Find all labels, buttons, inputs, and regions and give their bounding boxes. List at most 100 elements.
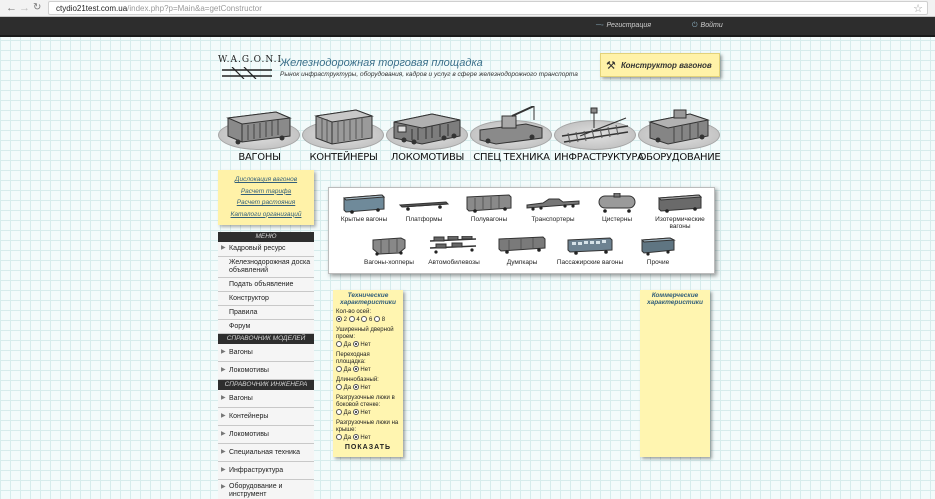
register-link[interactable]: ─◦ Регистрация [596, 22, 651, 29]
engineer-head: СПРАВОЧНИК ИНЖЕНЕРА [218, 380, 314, 390]
models-item-locomotives[interactable]: ▶ Локомотивы [218, 362, 314, 380]
roof-hatches-options: Да Нет [336, 434, 400, 442]
axles-radio-4[interactable] [348, 316, 355, 322]
side-hatches-yes-radio[interactable] [336, 409, 342, 415]
category-infrastructure[interactable]: ИНФРАСТРУКТУРА [554, 102, 644, 166]
type-label: Платформы [405, 216, 443, 223]
tech-characteristics-panel: Технические характеристики Кол-во осей: … [333, 290, 403, 457]
type-passenger[interactable]: Пассажирские вагоны [555, 236, 625, 266]
show-button[interactable]: ПОКАЗАТЬ [336, 444, 400, 451]
category-equipment[interactable]: ОБОРУДОВАНИЕ [638, 102, 721, 166]
arrow-right-icon: ▶ [221, 395, 226, 401]
reload-icon[interactable]: ↻ [33, 2, 41, 14]
models-item-wagons[interactable]: ▶ Вагоны [218, 344, 314, 362]
wide-door-label: Уширенный дверной проем: [336, 327, 394, 340]
type-label: Пассажирские вагоны [556, 259, 624, 266]
type-other[interactable]: Прочие [623, 236, 693, 266]
long-base-no-radio[interactable] [352, 384, 359, 390]
sidebar: МЕНЮ ▶ Кадровый ресурс Железнодорожная до… [218, 232, 314, 499]
wide-door-no-radio[interactable] [352, 341, 359, 347]
passenger-wagon-icon [567, 237, 613, 255]
distance-link[interactable]: Расчет растояния [218, 197, 314, 209]
other-wagon-icon [640, 237, 676, 256]
menu-item-forum[interactable]: Форум [218, 320, 314, 334]
side-hatches-no-radio[interactable] [352, 409, 359, 415]
type-isothermal[interactable]: Изотермические вагоны [645, 193, 715, 230]
catalogs-link[interactable]: Каталоги организаций [218, 209, 314, 221]
radio-label: Нет [360, 342, 371, 348]
type-label: Полувагоны [470, 216, 508, 223]
platform-wagon-icon [398, 201, 450, 211]
engineer-item-locomotives[interactable]: ▶ Локомотивы [218, 426, 314, 444]
axles-radio-2[interactable] [336, 316, 342, 322]
type-label: Изотермические вагоны [655, 216, 705, 230]
type-transporters[interactable]: Транспортеры [518, 193, 588, 223]
platform-options: Да Нет [336, 366, 400, 374]
url-host: ctydio21test.com.ua [56, 4, 128, 13]
menu-item-rules[interactable]: Правила [218, 306, 314, 320]
site-title: Железнодорожная торговая площадка [280, 57, 483, 69]
menu-item-post-ad[interactable]: Подать объявление [218, 278, 314, 292]
hopper-wagon-icon [372, 237, 406, 256]
category-special-machinery[interactable]: СПЕЦ ТЕХНИКА [470, 102, 553, 166]
engineer-item-infrastructure[interactable]: ▶ Инфраструктура [218, 462, 314, 480]
radio-label: 4 [356, 317, 360, 323]
arrow-right-icon: ▶ [221, 367, 226, 373]
address-url: ctydio21test.com.ua/index.php?p=Main&a=g… [56, 4, 262, 13]
tariff-link[interactable]: Расчет тарифа [218, 186, 314, 198]
axles-radio-6[interactable] [361, 316, 368, 322]
category-locomotives[interactable]: ЛОКОМОТИВЫ [386, 102, 469, 166]
engineer-item-special[interactable]: ▶ Специальная техника [218, 444, 314, 462]
machinery-icon [648, 109, 710, 145]
category-label: ЛОКОМОТИВЫ [390, 152, 465, 163]
wagon-constructor-button[interactable]: ⚒ Конструктор вагонов [600, 53, 720, 77]
roof-hatches-yes-radio[interactable] [336, 434, 342, 440]
type-car-carriers[interactable]: Автомобилевозы [419, 236, 489, 266]
axles-radio-8[interactable] [374, 316, 381, 322]
platform-no-radio[interactable] [352, 366, 359, 372]
radio-label: Да [343, 410, 352, 416]
engineer-item-equipment[interactable]: ▶ Оборудование и инструмент [218, 480, 314, 499]
platform-yes-radio[interactable] [336, 366, 342, 372]
radio-label: Нет [360, 385, 371, 391]
quick-links-note: Дислокация вагонов Расчет тарифа Расчет … [218, 170, 314, 225]
long-base-yes-radio[interactable] [336, 384, 342, 390]
login-link[interactable]: ⏻ Войти [692, 22, 723, 30]
menu-item-board[interactable]: Железнодорожная доска объявлений [218, 257, 314, 278]
bookmark-star-icon[interactable]: ☆ [913, 2, 923, 15]
type-tanks[interactable]: Цистерны [582, 193, 652, 223]
type-dumpcars[interactable]: Думпкары [487, 236, 557, 266]
category-label: ВАГОНЫ [238, 152, 281, 163]
boxcar-icon [226, 111, 292, 145]
browser-toolbar: ← → ↻ ctydio21test.com.ua/index.php?p=Ma… [0, 0, 935, 17]
category-wagons[interactable]: ВАГОНЫ [218, 102, 301, 166]
menu-item-hr[interactable]: ▶ Кадровый ресурс [218, 242, 314, 257]
type-gondolas[interactable]: Полувагоны [454, 193, 524, 223]
power-icon: ⏻ [692, 22, 698, 29]
type-platforms[interactable]: Платформы [389, 193, 459, 223]
address-bar[interactable]: ctydio21test.com.ua/index.php?p=Main&a=g… [48, 1, 928, 15]
site-logo[interactable]: W.A.G.O.N.I [218, 55, 281, 81]
commercial-characteristics-panel: Коммерческие характеристики [640, 290, 710, 457]
type-label: Автомобилевозы [428, 259, 480, 266]
register-label: Регистрация [606, 22, 651, 29]
roof-hatches-no-radio[interactable] [352, 434, 359, 440]
arrow-right-icon: ▶ [221, 449, 226, 455]
arrow-right-icon: ▶ [221, 431, 226, 437]
engineer-item-containers[interactable]: ▶ Контейнеры [218, 408, 314, 426]
covered-wagon-icon [342, 194, 386, 214]
type-hoppers[interactable]: Вагоны-хопперы [354, 236, 424, 266]
radio-label: 2 [343, 317, 348, 323]
transporter-wagon-icon [526, 198, 580, 211]
category-containers[interactable]: КОНТЕЙНЕРЫ [302, 102, 385, 166]
dislocation-link[interactable]: Дислокация вагонов [218, 174, 314, 186]
rails-icon [222, 67, 272, 79]
long-base-options: Да Нет [336, 384, 400, 392]
engineer-item-wagons[interactable]: ▶ Вагоны [218, 390, 314, 408]
menu-item-constructor[interactable]: Конструктор [218, 292, 314, 306]
forward-arrow-icon[interactable]: → [19, 2, 30, 14]
wide-door-yes-radio[interactable] [336, 341, 342, 347]
back-arrow-icon[interactable]: ← [6, 2, 17, 14]
menu-item-label: Локомотивы [229, 431, 269, 438]
car-carrier-icon [429, 236, 477, 254]
